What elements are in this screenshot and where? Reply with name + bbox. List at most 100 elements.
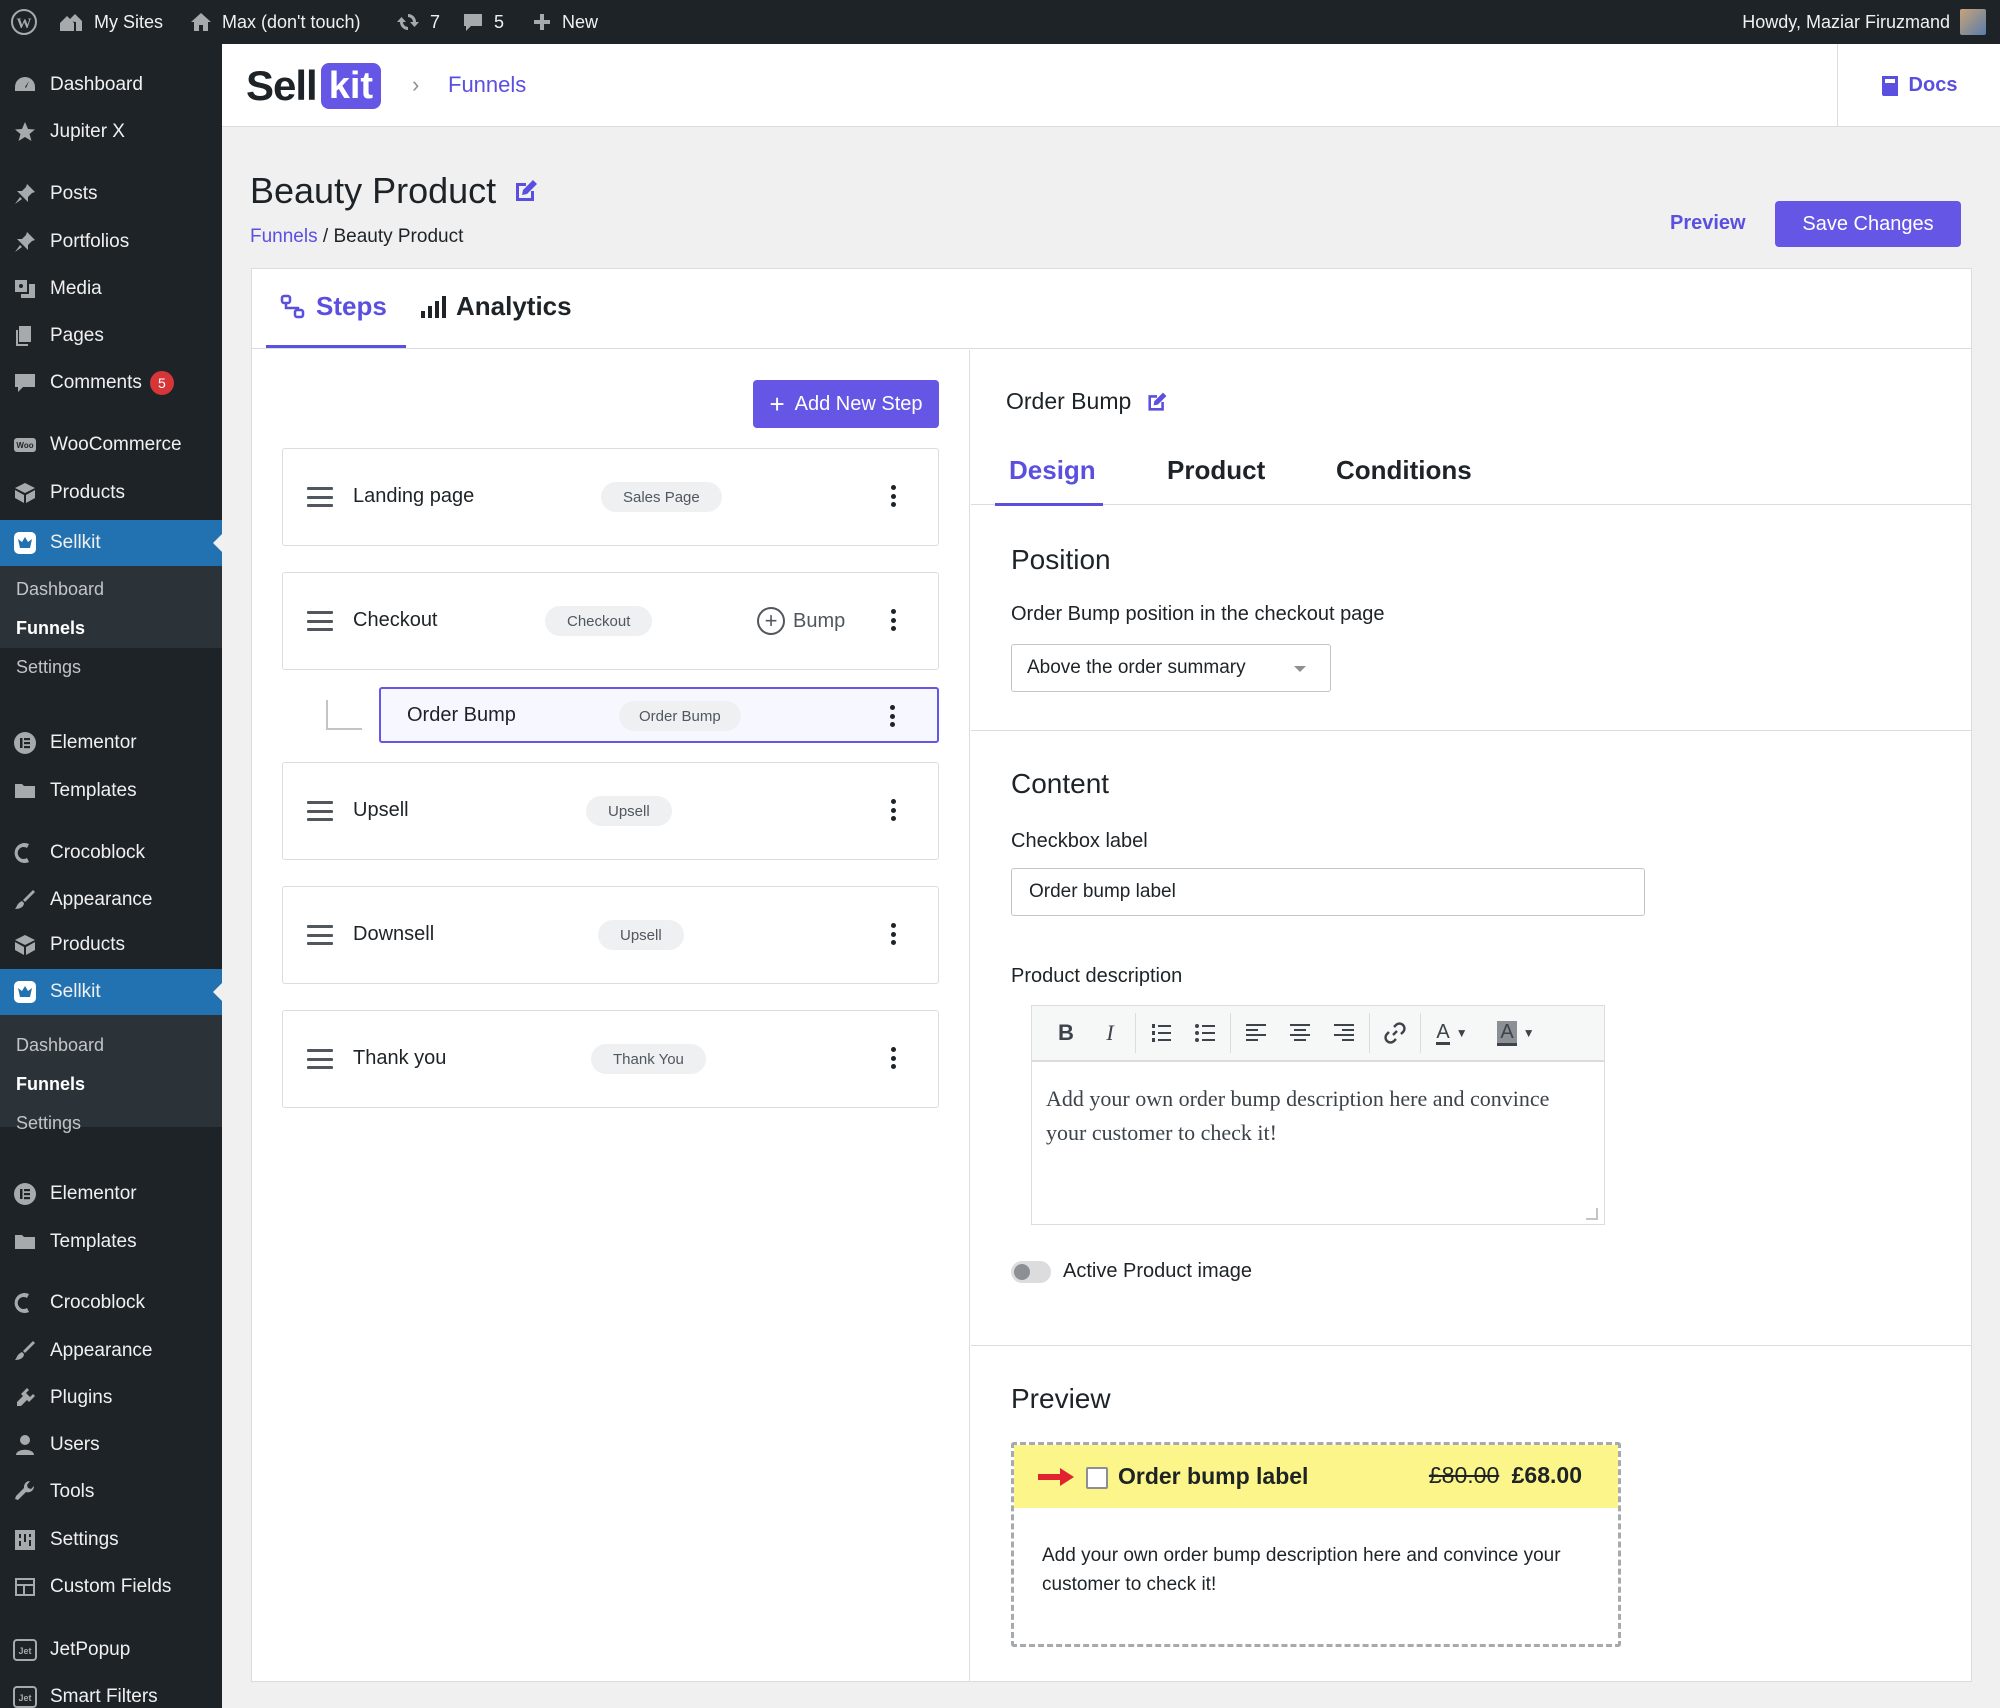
new-content-menu[interactable]: New — [532, 0, 598, 44]
sellkit-submenu-2: Dashboard Funnels Settings — [0, 1015, 222, 1133]
submenu-dashboard[interactable]: Dashboard — [0, 1026, 222, 1065]
sidebar-item-jupiter-x[interactable]: Jupiter X — [0, 109, 222, 155]
submenu-settings[interactable]: Settings — [0, 1104, 222, 1143]
wordpress-logo-icon[interactable]: W — [10, 0, 38, 44]
folder-icon — [12, 1229, 38, 1255]
bar-chart-icon — [421, 295, 446, 318]
add-bump-button[interactable]: + Bump — [757, 607, 845, 635]
drag-handle-icon[interactable] — [307, 487, 333, 507]
sidebar-item-templates-2[interactable]: Templates — [0, 1219, 222, 1265]
submenu-settings[interactable]: Settings — [0, 648, 222, 687]
ordered-list-icon[interactable] — [1139, 1011, 1183, 1055]
sidebar-item-templates[interactable]: Templates — [0, 768, 222, 814]
active-product-image-toggle[interactable] — [1011, 1260, 1051, 1283]
sidebar-item-woocommerce[interactable]: Woo WooCommerce — [0, 422, 222, 468]
drag-handle-icon[interactable] — [307, 1049, 333, 1069]
sidebar-item-label: Dashboard — [50, 74, 143, 95]
sidebar-item-plugins[interactable]: Plugins — [0, 1375, 222, 1421]
background-color-icon[interactable]: A ▼ — [1488, 1011, 1544, 1055]
submenu-funnels[interactable]: Funnels — [0, 1065, 222, 1104]
home-icon — [191, 13, 211, 31]
align-left-icon[interactable] — [1234, 1011, 1278, 1055]
more-options-icon[interactable] — [890, 1047, 896, 1069]
position-select[interactable]: Above the order summary — [1011, 644, 1331, 692]
sidebar-item-portfolios[interactable]: Portfolios — [0, 219, 222, 265]
sidebar-item-jetpopup[interactable]: Jet JetPopup — [0, 1627, 222, 1673]
sidebar-item-crocoblock[interactable]: Crocoblock — [0, 830, 222, 876]
svg-text:Jet: Jet — [18, 1646, 31, 1656]
sidebar-item-elementor-2[interactable]: Elementor — [0, 1171, 222, 1217]
step-card[interactable]: Landing page Sales Page — [282, 448, 939, 546]
save-changes-button[interactable]: Save Changes — [1775, 201, 1961, 247]
drag-handle-icon[interactable] — [307, 611, 333, 631]
step-card[interactable]: Upsell Upsell — [282, 762, 939, 860]
sidebar-item-media[interactable]: Media — [0, 266, 222, 312]
sidebar-item-products-2[interactable]: Products — [0, 922, 222, 968]
tab-conditions[interactable]: Conditions — [1336, 455, 1472, 486]
sidebar-item-appearance-2[interactable]: Appearance — [0, 1328, 222, 1374]
sidebar-item-tools[interactable]: Tools — [0, 1469, 222, 1515]
step-card[interactable]: Downsell Upsell — [282, 886, 939, 984]
order-bump-step-card[interactable]: Order Bump Order Bump — [379, 687, 939, 743]
sidebar-item-posts[interactable]: Posts — [0, 171, 222, 217]
link-icon[interactable] — [1373, 1011, 1417, 1055]
sidebar-item-sellkit[interactable]: Sellkit — [0, 520, 222, 566]
sidebar-item-custom-fields[interactable]: Custom Fields — [0, 1564, 222, 1610]
italic-icon[interactable]: I — [1088, 1011, 1132, 1055]
funnel-card: Steps Analytics + Add New Step Landing p… — [251, 268, 1972, 1682]
preview-link[interactable]: Preview — [1670, 212, 1746, 235]
updates-menu[interactable]: 7 — [396, 0, 440, 44]
my-sites-menu[interactable]: My Sites — [58, 0, 163, 44]
sidebar-item-smart-filters[interactable]: Jet Smart Filters — [0, 1674, 222, 1708]
checkbox-label-input[interactable]: Order bump label — [1011, 868, 1645, 916]
sidebar-item-settings[interactable]: Settings — [0, 1517, 222, 1563]
step-card[interactable]: Checkout Checkout + Bump — [282, 572, 939, 670]
more-options-icon[interactable] — [890, 609, 896, 631]
drag-handle-icon[interactable] — [307, 925, 333, 945]
more-options-icon[interactable] — [890, 799, 896, 821]
sidebar-item-users[interactable]: Users — [0, 1422, 222, 1468]
bullet-list-icon[interactable] — [1183, 1011, 1227, 1055]
sidebar-item-dashboard[interactable]: Dashboard — [0, 62, 222, 108]
comments-menu[interactable]: 5 — [462, 0, 504, 44]
editor-content[interactable]: Add your own order bump description here… — [1032, 1062, 1604, 1170]
resize-handle-icon[interactable] — [1586, 1208, 1598, 1220]
add-new-step-button[interactable]: + Add New Step — [753, 380, 939, 428]
preview-checkbox[interactable] — [1086, 1467, 1108, 1489]
plugin-icon — [12, 1385, 38, 1411]
sellkit-logo[interactable]: Sell kit — [246, 62, 382, 110]
account-menu[interactable]: Howdy, Maziar Firuzmand — [1742, 0, 1986, 44]
bold-icon[interactable]: B — [1044, 1011, 1088, 1055]
sidebar-item-appearance[interactable]: Appearance — [0, 877, 222, 923]
header-breadcrumb-funnels[interactable]: Funnels — [448, 72, 526, 98]
text-color-icon[interactable]: A ▼ — [1424, 1011, 1480, 1055]
submenu-funnels[interactable]: Funnels — [0, 609, 222, 648]
edit-icon[interactable] — [512, 177, 540, 205]
sidebar-item-crocoblock-2[interactable]: Crocoblock — [0, 1280, 222, 1326]
edit-icon[interactable] — [1145, 390, 1169, 414]
avatar — [1960, 9, 1986, 35]
tab-steps[interactable]: Steps — [280, 291, 387, 322]
box-icon — [12, 480, 38, 506]
drag-handle-icon[interactable] — [307, 801, 333, 821]
submenu-dashboard[interactable]: Dashboard — [0, 570, 222, 609]
docs-link[interactable]: Docs — [1837, 44, 2000, 127]
tab-product[interactable]: Product — [1167, 455, 1265, 486]
more-options-icon[interactable] — [890, 485, 896, 507]
tab-analytics[interactable]: Analytics — [420, 291, 572, 322]
site-name-menu[interactable]: Max (don't touch) — [190, 0, 361, 44]
sidebar-item-sellkit-2[interactable]: Sellkit — [0, 969, 222, 1015]
more-options-icon[interactable] — [889, 705, 895, 727]
sidebar-item-products[interactable]: Products — [0, 470, 222, 516]
align-center-icon[interactable] — [1278, 1011, 1322, 1055]
sidebar-item-comments[interactable]: Comments 5 — [0, 360, 222, 406]
align-right-icon[interactable] — [1322, 1011, 1366, 1055]
more-options-icon[interactable] — [890, 923, 896, 945]
breadcrumb-funnels[interactable]: Funnels — [250, 226, 318, 247]
step-card[interactable]: Thank you Thank You — [282, 1010, 939, 1108]
sidebar-item-elementor[interactable]: Elementor — [0, 720, 222, 766]
plus-icon — [534, 14, 550, 30]
sidebar-item-pages[interactable]: Pages — [0, 313, 222, 359]
tab-design[interactable]: Design — [1009, 455, 1096, 486]
docs-label: Docs — [1908, 74, 1958, 96]
